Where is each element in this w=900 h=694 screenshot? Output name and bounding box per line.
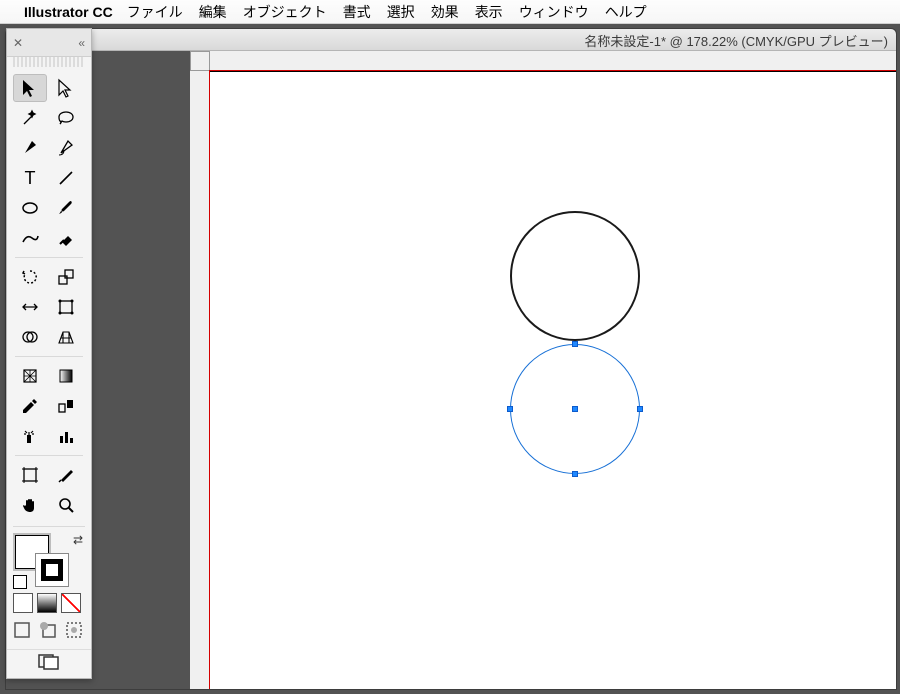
curvature-tool[interactable]	[49, 134, 83, 162]
menu-type[interactable]: 書式	[343, 2, 371, 22]
gradient-button[interactable]	[37, 593, 57, 613]
app-name[interactable]: Illustrator CC	[24, 4, 113, 20]
scale-tool[interactable]	[49, 263, 83, 291]
screen-mode-button[interactable]	[7, 649, 91, 678]
draw-modes	[7, 615, 91, 645]
anchor-bottom[interactable]	[572, 471, 578, 477]
symbol-sprayer-tool[interactable]	[13, 422, 47, 450]
color-mode-row	[7, 591, 91, 615]
artboard-tool[interactable]	[13, 461, 47, 489]
eyedropper-tool[interactable]	[13, 392, 47, 420]
canvas-circle-top[interactable]	[510, 211, 640, 341]
hand-tool[interactable]	[13, 491, 47, 519]
eraser-tool[interactable]	[49, 224, 83, 252]
slice-tool[interactable]	[49, 461, 83, 489]
workspace	[6, 51, 896, 689]
draw-inside-icon[interactable]	[65, 621, 83, 639]
menu-object[interactable]: オブジェクト	[243, 2, 327, 22]
draw-behind-icon[interactable]	[39, 621, 57, 639]
free-transform-tool[interactable]	[49, 293, 83, 321]
blend-tool[interactable]	[49, 392, 83, 420]
gradient-tool[interactable]	[49, 362, 83, 390]
swap-fill-stroke-icon[interactable]: ⇄	[73, 533, 83, 547]
ruler-origin[interactable]	[190, 51, 210, 71]
color-button[interactable]	[13, 593, 33, 613]
menu-file[interactable]: ファイル	[127, 2, 183, 22]
zoom-tool[interactable]	[49, 491, 83, 519]
menu-select[interactable]: 選択	[387, 2, 415, 22]
paintbrush-tool[interactable]	[49, 194, 83, 222]
menu-view[interactable]: 表示	[475, 2, 503, 22]
stroke-color-swatch[interactable]	[35, 553, 69, 587]
panel-grip[interactable]	[13, 57, 85, 67]
center-point[interactable]	[572, 406, 578, 412]
direct-selection-tool[interactable]	[49, 74, 83, 102]
canvas-circle-bottom-selected[interactable]	[510, 344, 640, 474]
none-button[interactable]	[61, 593, 81, 613]
panel-collapse-icon[interactable]: «	[78, 36, 85, 50]
fill-stroke-swatch[interactable]: ⇄	[13, 533, 85, 589]
lasso-tool[interactable]	[49, 104, 83, 132]
menu-effect[interactable]: 効果	[431, 2, 459, 22]
ellipse-tool[interactable]	[13, 194, 47, 222]
tools-grid: T	[7, 69, 91, 520]
window-titlebar[interactable]: 名称未設定-1* @ 178.22% (CMYK/GPU プレビュー)	[6, 29, 896, 51]
selection-tool[interactable]	[13, 74, 47, 102]
column-graph-tool[interactable]	[49, 422, 83, 450]
magic-wand-tool[interactable]	[13, 104, 47, 132]
mac-menubar: Illustrator CC ファイル 編集 オブジェクト 書式 選択 効果 表…	[0, 0, 900, 24]
anchor-left[interactable]	[507, 406, 513, 412]
pen-tool[interactable]	[13, 134, 47, 162]
width-tool[interactable]	[13, 293, 47, 321]
document-window: 名称未設定-1* @ 178.22% (CMYK/GPU プレビュー)	[5, 28, 897, 690]
mesh-tool[interactable]	[13, 362, 47, 390]
anchor-right[interactable]	[637, 406, 643, 412]
anchor-top[interactable]	[572, 341, 578, 347]
ruler-vertical[interactable]	[190, 71, 210, 689]
type-tool[interactable]: T	[13, 164, 47, 192]
artboard[interactable]	[210, 71, 897, 690]
ruler-horizontal[interactable]	[210, 51, 896, 71]
shape-builder-tool[interactable]	[13, 323, 47, 351]
draw-normal-icon[interactable]	[13, 621, 31, 639]
default-fill-stroke-icon[interactable]	[13, 575, 27, 589]
perspective-grid-tool[interactable]	[49, 323, 83, 351]
menu-edit[interactable]: 編集	[199, 2, 227, 22]
tools-panel[interactable]: ✕ « T	[6, 28, 92, 679]
menu-window[interactable]: ウィンドウ	[519, 2, 589, 22]
menu-help[interactable]: ヘルプ	[605, 2, 647, 22]
shaper-tool[interactable]	[13, 224, 47, 252]
line-segment-tool[interactable]	[49, 164, 83, 192]
document-title: 名称未設定-1* @ 178.22% (CMYK/GPU プレビュー)	[584, 31, 888, 50]
tools-panel-header[interactable]: ✕ «	[7, 29, 91, 57]
panel-close-icon[interactable]: ✕	[13, 36, 23, 50]
rotate-tool[interactable]	[13, 263, 47, 291]
